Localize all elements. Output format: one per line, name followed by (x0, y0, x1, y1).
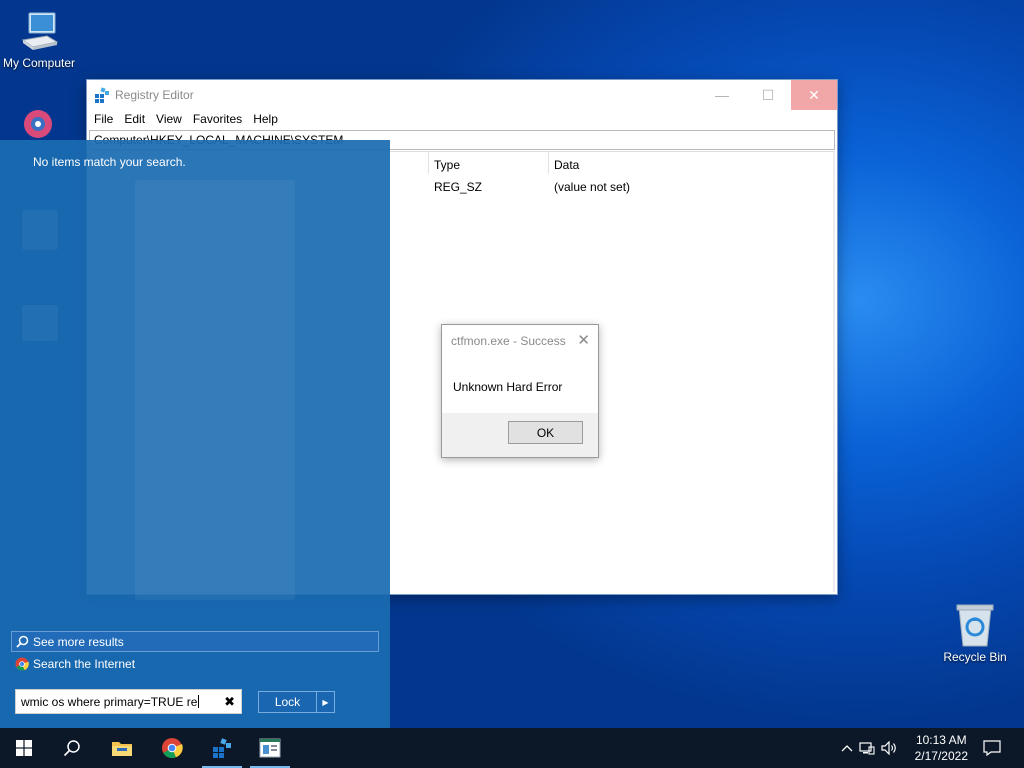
registry-editor-icon (213, 738, 231, 758)
ok-button[interactable]: OK (508, 421, 583, 444)
lock-label: Lock (259, 692, 317, 712)
dialog-message: Unknown Hard Error (453, 380, 563, 394)
menu-edit[interactable]: Edit (124, 110, 151, 130)
computer-icon (17, 10, 61, 54)
blurred-background (22, 210, 58, 250)
value-type[interactable]: REG_SZ (434, 180, 482, 194)
clock-date: 2/17/2022 (914, 749, 968, 763)
taskbar-window-app[interactable] (246, 728, 294, 768)
window-app-icon (259, 738, 281, 758)
folder-icon (112, 742, 132, 756)
search-internet-button[interactable]: Search the Internet (15, 655, 135, 673)
maximize-button[interactable]: ☐ (745, 80, 791, 110)
menu-file[interactable]: File (94, 110, 119, 130)
dialog-title: ctfmon.exe - Success (451, 334, 566, 348)
taskbar-registry-editor[interactable] (198, 728, 246, 768)
blurred-background (22, 305, 58, 341)
title-bar[interactable]: Registry Editor — ☐ ✕ (87, 80, 837, 110)
chrome-icon (162, 738, 183, 759)
see-more-label: See more results (33, 634, 124, 649)
error-dialog[interactable]: ctfmon.exe - Success ✕ Unknown Hard Erro… (441, 324, 599, 458)
taskbar-chrome[interactable] (148, 728, 196, 768)
taskbar-search-button[interactable] (48, 728, 96, 768)
taskbar-file-explorer[interactable] (98, 728, 146, 768)
desktop-icon-my-computer[interactable]: My Computer (0, 10, 79, 70)
value-data[interactable]: (value not set) (554, 180, 630, 194)
recycle-bin-icon (953, 602, 997, 648)
volume-icon[interactable] (878, 741, 900, 755)
clear-search-icon[interactable]: ✖ (224, 694, 235, 710)
start-button[interactable] (0, 728, 48, 768)
maximize-icon: ☐ (761, 86, 775, 103)
see-more-results-button[interactable]: See more results (11, 631, 379, 652)
clock[interactable]: 10:13 AM 2/17/2022 (915, 732, 968, 764)
search-icon (16, 635, 29, 648)
dialog-footer: OK (442, 413, 598, 457)
desktop-icon-recycle-bin[interactable]: Recycle Bin (935, 602, 1015, 664)
action-center-button[interactable] (980, 728, 1004, 768)
lock-button[interactable]: Lock ▶ (258, 691, 335, 713)
start-search-panel: No items match your search. See more res… (0, 140, 390, 728)
registry-editor-icon (94, 87, 110, 106)
system-tray (838, 728, 900, 768)
column-header-type[interactable]: Type (434, 158, 460, 172)
power-options-arrow-icon[interactable]: ▶ (317, 692, 334, 712)
windows-logo-icon (16, 740, 32, 756)
clock-time: 10:13 AM (915, 733, 967, 747)
text-caret (198, 695, 200, 708)
scrollbar[interactable] (833, 152, 835, 592)
column-separator[interactable] (548, 152, 549, 174)
column-header-data[interactable]: Data (554, 158, 579, 172)
network-icon[interactable] (856, 741, 878, 755)
menu-view[interactable]: View (156, 110, 188, 130)
no-results-text: No items match your search. (33, 155, 186, 169)
search-query-text: wmic os where primary=TRUE re (21, 694, 198, 709)
close-button[interactable]: ✕ (791, 80, 837, 110)
desktop-icon-label: My Computer (2, 56, 76, 70)
dialog-close-icon[interactable]: ✕ (577, 331, 590, 349)
notification-icon (983, 740, 1001, 756)
minimize-icon: — (715, 87, 729, 103)
menu-favorites[interactable]: Favorites (193, 110, 248, 130)
column-separator[interactable] (428, 152, 429, 174)
blurred-background (135, 180, 295, 600)
taskbar: 10:13 AM 2/17/2022 (0, 728, 1024, 768)
menu-help[interactable]: Help (253, 110, 284, 130)
minimize-button[interactable]: — (699, 80, 745, 110)
search-internet-label: Search the Internet (33, 657, 136, 671)
desktop-icon-label: Recycle Bin (943, 650, 1007, 664)
chrome-icon (15, 657, 29, 671)
search-input[interactable]: wmic os where primary=TRUE re ✖ (15, 689, 242, 714)
search-icon (63, 740, 80, 757)
show-hidden-icons-chevron-icon[interactable] (838, 744, 856, 752)
close-icon: ✕ (808, 86, 820, 103)
menu-bar: File Edit View Favorites Help (87, 110, 837, 130)
gear-icon (16, 104, 60, 144)
window-title: Registry Editor (115, 88, 194, 102)
